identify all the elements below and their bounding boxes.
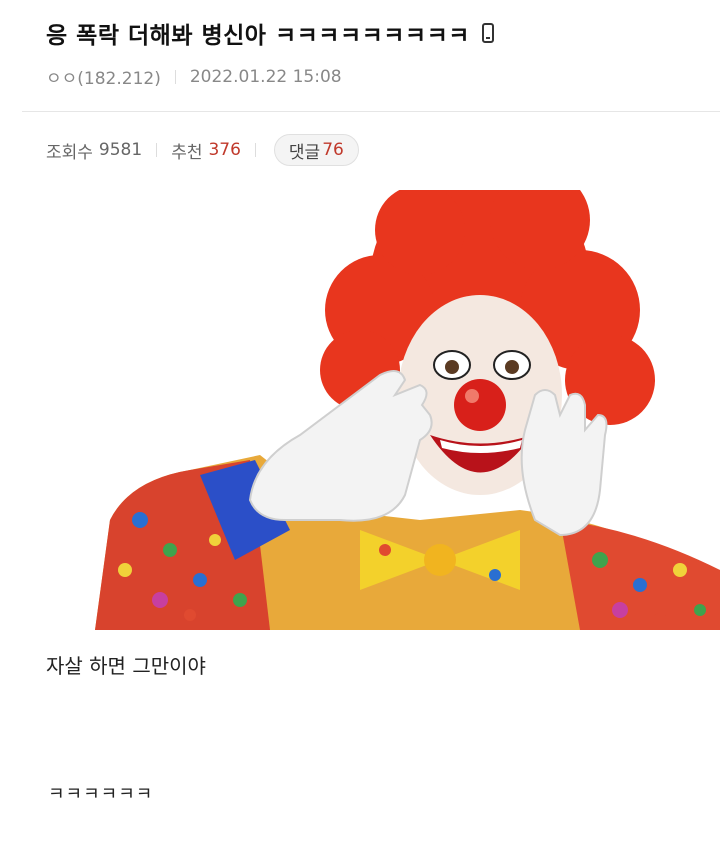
header-divider xyxy=(22,111,720,112)
meta-divider xyxy=(174,69,176,84)
comments-label: 댓글 xyxy=(288,142,321,163)
recommend-label: 추천 xyxy=(171,142,203,163)
mobile-phone-icon xyxy=(481,23,494,43)
post-meta: ㅇㅇ(182.212) 2022.01.22 15:08 xyxy=(46,64,342,90)
post-title-text: 응 폭락 더해봐 병신아 ㅋㅋㅋㅋㅋㅋㅋㅋㅋ xyxy=(46,23,470,49)
post-laugh-text: ㅋㅋㅋㅋㅋㅋ xyxy=(48,784,154,805)
recommend-count: 376 xyxy=(208,140,241,160)
comments-count: 76 xyxy=(322,140,344,160)
stats-divider xyxy=(254,143,256,157)
views-count: 9581 xyxy=(98,140,143,160)
post-datetime: 2022.01.22 15:08 xyxy=(189,66,342,87)
clown-image xyxy=(0,190,720,630)
post-caption: 자살 하면 그만이야 xyxy=(46,654,206,678)
post-stats: 조회수 9581 추천 376 댓글 76 xyxy=(46,134,359,166)
post-title: 응 폭락 더해봐 병신아 ㅋㅋㅋㅋㅋㅋㅋㅋㅋ xyxy=(46,16,494,50)
author-name[interactable]: ㅇㅇ(182.212) xyxy=(46,64,161,89)
post-header: 응 폭락 더해봐 병신아 ㅋㅋㅋㅋㅋㅋㅋㅋㅋ ㅇㅇ(182.212) 2022.… xyxy=(0,0,720,112)
stats-divider xyxy=(156,143,158,157)
comments-button[interactable]: 댓글 76 xyxy=(273,134,359,166)
clown-illustration xyxy=(95,190,720,630)
views-label: 조회수 xyxy=(46,142,93,163)
